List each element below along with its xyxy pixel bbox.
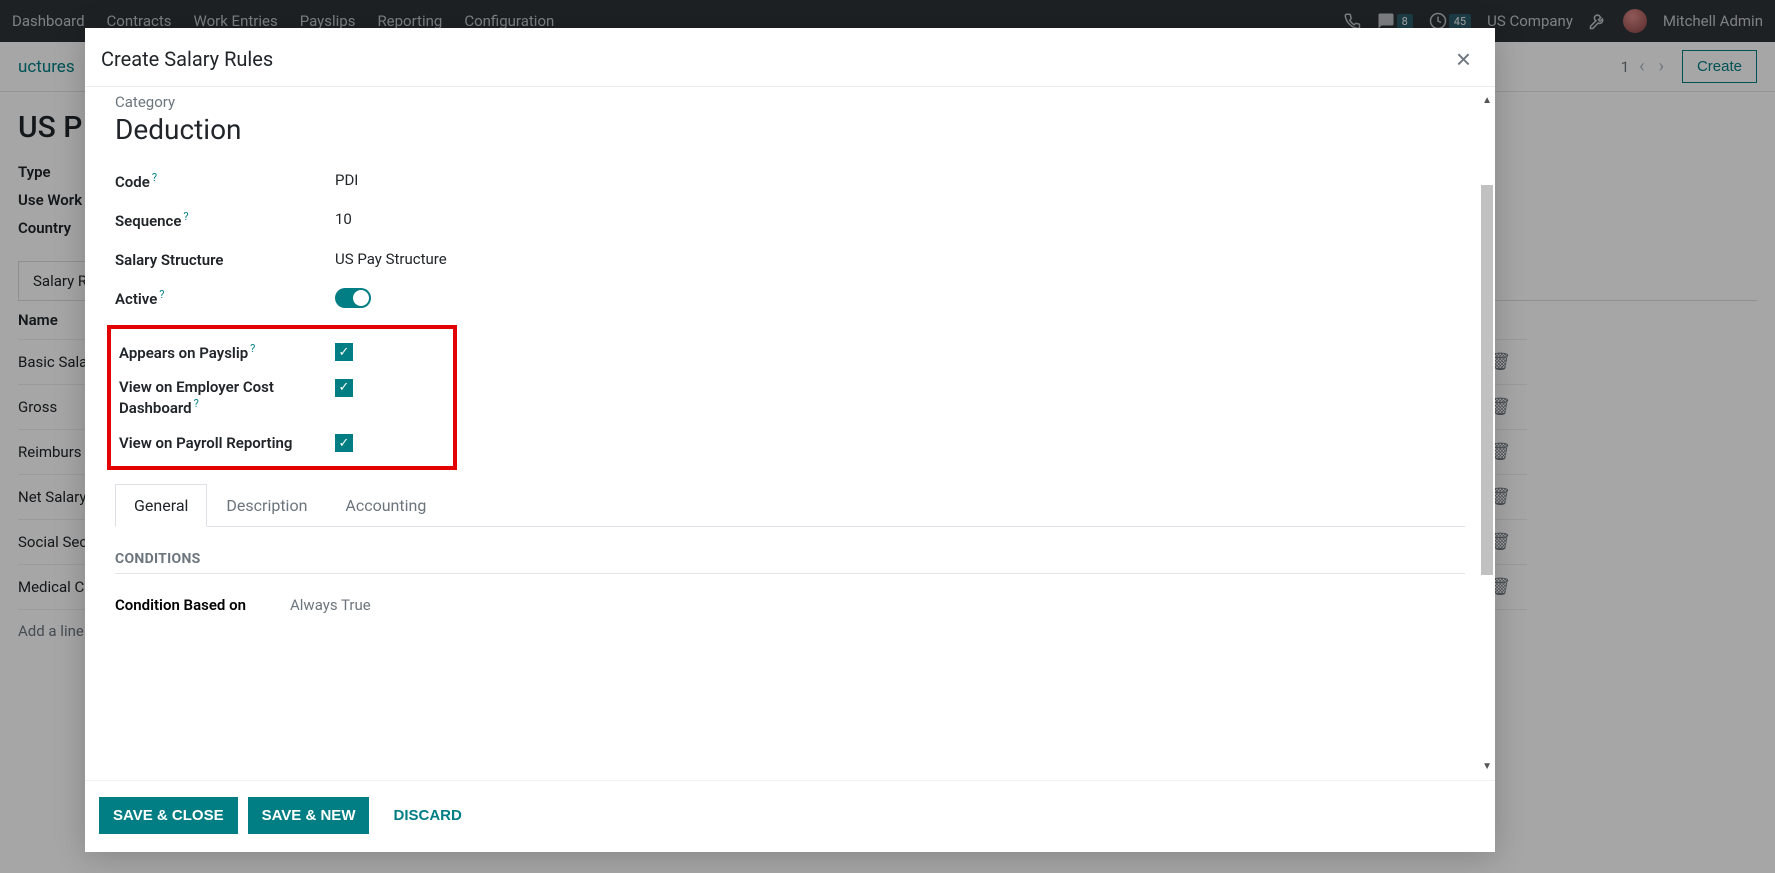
save-close-button[interactable]: SAVE & CLOSE <box>99 797 238 834</box>
scrollbar[interactable]: ▲ ▼ <box>1479 95 1495 772</box>
modal-title: Create Salary Rules <box>101 47 273 71</box>
toggle-active[interactable] <box>335 288 371 308</box>
row-payroll-reporting: View on Payroll Reporting ✓ <box>111 426 445 460</box>
scroll-down-icon[interactable]: ▼ <box>1482 761 1492 772</box>
row-employer-cost: View on Employer Cost Dashboard? ✓ <box>111 370 445 426</box>
row-code: Code? PDI <box>115 162 1465 201</box>
modal-footer: SAVE & CLOSE SAVE & NEW DISCARD <box>85 780 1495 852</box>
checkbox-payroll-reporting[interactable]: ✓ <box>335 434 353 452</box>
save-new-button[interactable]: SAVE & NEW <box>248 797 370 834</box>
label-appears-payslip: Appears on Payslip? <box>119 342 335 363</box>
category-label: Category <box>115 93 1465 111</box>
label-active: Active? <box>115 288 335 309</box>
help-icon[interactable]: ? <box>152 171 157 184</box>
category-value: Deduction <box>115 113 1465 146</box>
section-conditions: CONDITIONS <box>115 551 1465 574</box>
label-code: Code? <box>115 171 335 192</box>
value-condition-based[interactable]: Always True <box>290 596 371 614</box>
scroll-up-icon[interactable]: ▲ <box>1482 95 1492 106</box>
tab-general[interactable]: General <box>115 484 207 527</box>
tab-description[interactable]: Description <box>207 484 326 527</box>
help-icon[interactable]: ? <box>194 397 199 410</box>
label-condition-based: Condition Based on <box>115 596 290 614</box>
modal-header: Create Salary Rules × <box>85 28 1495 87</box>
tab-accounting[interactable]: Accounting <box>326 484 445 527</box>
checkbox-appears-payslip[interactable]: ✓ <box>335 343 353 361</box>
row-appears-payslip: Appears on Payslip? ✓ <box>111 335 445 370</box>
discard-button[interactable]: DISCARD <box>379 797 475 834</box>
highlight-box: Appears on Payslip? ✓ View on Employer C… <box>107 325 457 470</box>
modal-body: Category Deduction Code? PDI Sequence? 1… <box>85 87 1495 780</box>
help-icon[interactable]: ? <box>159 288 164 301</box>
value-code[interactable]: PDI <box>335 171 358 189</box>
close-icon[interactable]: × <box>1456 46 1471 72</box>
row-active: Active? <box>115 279 1465 321</box>
row-salary-structure: Salary Structure US Pay Structure <box>115 241 1465 279</box>
checkbox-employer-cost[interactable]: ✓ <box>335 379 353 397</box>
modal-tabs: General Description Accounting <box>115 484 1465 527</box>
value-sequence[interactable]: 10 <box>335 210 352 228</box>
row-sequence: Sequence? 10 <box>115 201 1465 240</box>
row-condition-based: Condition Based on Always True <box>115 588 1465 622</box>
modal-create-salary-rules: Create Salary Rules × Category Deduction… <box>85 28 1495 852</box>
help-icon[interactable]: ? <box>250 342 255 355</box>
label-payroll-reporting: View on Payroll Reporting <box>119 433 335 453</box>
label-sequence: Sequence? <box>115 210 335 231</box>
help-icon[interactable]: ? <box>183 210 188 223</box>
scrollbar-thumb[interactable] <box>1481 185 1493 575</box>
label-salary-structure: Salary Structure <box>115 250 335 270</box>
label-employer-cost: View on Employer Cost Dashboard? <box>119 377 335 419</box>
value-salary-structure[interactable]: US Pay Structure <box>335 250 447 268</box>
